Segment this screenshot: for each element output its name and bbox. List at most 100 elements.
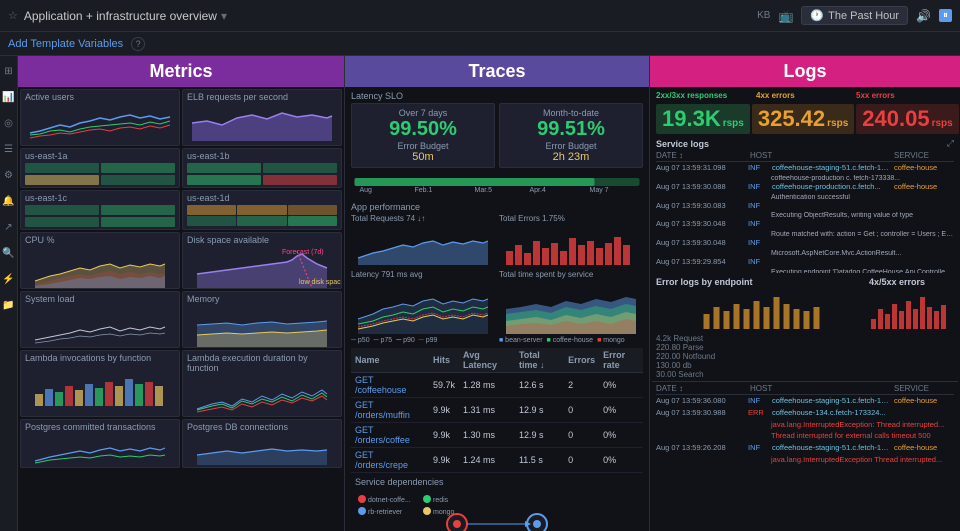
log-text: Authentication successful <box>656 194 954 201</box>
cell-hits: 9.9k <box>429 448 459 473</box>
main-content: Metrics Active users ELB requests p <box>18 56 960 531</box>
col-errors[interactable]: Errors <box>564 348 599 373</box>
sidebar-icon-list[interactable]: ☰ <box>2 142 16 156</box>
volume-icon[interactable]: 🔊 <box>916 9 931 23</box>
top-bar-left: ☆ Application + infrastructure overview … <box>8 9 227 23</box>
system-load-card: System load <box>20 291 180 348</box>
add-template-link[interactable]: Add Template Variables <box>8 38 123 50</box>
help-icon[interactable]: ? <box>131 37 145 51</box>
expand-icon[interactable]: ⤢ <box>947 138 954 149</box>
host-1a-grid <box>25 163 175 185</box>
pg-committed-title: Postgres committed transactions <box>25 422 175 432</box>
error-log-entries-section: DATE ↕ HOST SERVICE Aug 07 13:59:36.080 … <box>652 381 958 469</box>
col-avg-lat[interactable]: Avg Latency <box>459 348 515 373</box>
slo-mtd-card: Month-to-date 99.51% Error Budget 2h 23m <box>499 103 643 168</box>
num-4xx-val: 325.42rsps <box>758 108 848 130</box>
total-errors-chart: Total Errors 1.75% <box>499 214 643 268</box>
kb-label: KB <box>757 10 770 21</box>
host-1d-grid <box>187 205 337 226</box>
elb-title: ELB requests per second <box>187 92 337 102</box>
lambda-dur-card: Lambda execution duration by function <box>182 350 342 417</box>
error-logs-title: Error logs by endpoint <box>656 277 867 287</box>
err-log-host: coffeehouse-staging-51.c.fetch-173338.in… <box>772 396 892 406</box>
sidebar-icon-circle[interactable]: ◎ <box>2 116 16 130</box>
dashboard-title: Application + infrastructure overview ▾ <box>24 9 227 23</box>
err-log-level: INF <box>748 396 770 406</box>
log-text: coffeehouse-production c. fetch-173338..… <box>656 175 954 182</box>
log-host <box>772 257 892 267</box>
log-entry: Aug 07 13:59:30.048 INF <box>656 219 954 229</box>
perf-charts-row2: Latency 791 ms avg ─ p50 ─ p75 ─ p90 <box>351 270 643 344</box>
log-entry: Aug 07 13:59:30.083 INF <box>656 201 954 211</box>
total-time-chart: Total time spent by service ■ bean-serve… <box>499 270 643 344</box>
time-range-picker[interactable]: 🕐 The Past Hour <box>801 6 908 25</box>
err-log-level: ERR <box>748 408 770 418</box>
disk-title: Disk space available <box>187 235 337 245</box>
clock-icon: 🕐 <box>810 9 824 22</box>
svg-text:dotnet-coffe...: dotnet-coffe... <box>368 497 411 504</box>
service-logs-section: Service logs ⤢ DATE ↕ HOST SERVICE Aug 0… <box>652 136 958 275</box>
sidebar-icon-arrow[interactable]: ↗ <box>2 220 16 234</box>
cell-total-time: 12.9 s <box>515 398 564 423</box>
log-entry-wrapper: Aug 07 13:59:30.083 INF Executing Object… <box>656 201 954 220</box>
err-log-level: INF <box>748 443 770 453</box>
title-chevron[interactable]: ▾ <box>221 9 227 23</box>
cell-errors: 0 <box>564 423 599 448</box>
err-host-col: HOST <box>750 384 890 393</box>
col-error-rate[interactable]: Error rate <box>599 348 643 373</box>
host-tile-1b: us-east-1b <box>182 148 342 188</box>
label-2xx: 2xx/3xx responses <box>656 91 754 100</box>
log-level: INF <box>748 182 770 192</box>
active-users-title: Active users <box>25 92 175 102</box>
host-tile-1a: us-east-1a <box>20 148 180 188</box>
table-row: GET /coffeehouse 59.7k 1.28 ms 12.6 s 2 … <box>351 373 643 398</box>
service-logs-header: Service logs ⤢ <box>656 138 954 149</box>
sidebar-icon-search[interactable]: 🔍 <box>2 246 16 260</box>
cell-hits: 9.9k <box>429 398 459 423</box>
load-memory-row: System load Memory <box>20 291 342 348</box>
slo-mtd-label: Month-to-date <box>504 108 638 118</box>
sidebar-icon-chart[interactable]: 📊 <box>2 90 16 104</box>
err-log-service: coffee-house <box>894 443 954 453</box>
pg-conn-title: Postgres DB connections <box>187 422 337 432</box>
traces-body: Latency SLO Over 7 days 99.50% Error Bud… <box>345 87 649 531</box>
host-tiles-row: us-east-1a us-east-1b <box>20 148 342 188</box>
pause-icon[interactable]: ⏸ <box>939 9 952 22</box>
sidebar-icon-home[interactable]: ⊞ <box>2 64 16 78</box>
pg-conn-chart <box>187 433 337 465</box>
tv-icon[interactable]: 📺 <box>778 9 793 23</box>
sidebar-icon-gear[interactable]: ⚙ <box>2 168 16 182</box>
sidebar-icon-bell[interactable]: 🔔 <box>2 194 16 208</box>
err-service-col: SERVICE <box>894 384 954 393</box>
logs-body: 2xx/3xx responses 4xx errors 5xx errors … <box>650 87 960 531</box>
err-log-row: Aug 07 13:59:26.208 INF coffeehouse-stag… <box>656 443 954 453</box>
cell-error-rate: 0% <box>599 423 643 448</box>
col-name[interactable]: Name <box>351 348 429 373</box>
svg-text:Apr.4: Apr.4 <box>530 187 546 194</box>
log-entry-wrapper: Aug 07 13:59:30.088 INF coffeehouse-prod… <box>656 182 954 201</box>
slo-label: Latency SLO <box>351 91 643 101</box>
cell-name: GET /orders/muffin <box>351 398 429 423</box>
log-host <box>772 219 892 229</box>
err-log-host: coffeehouse-staging-51.c.fetch-173338.in… <box>772 443 892 453</box>
cell-avg-lat: 1.31 ms <box>459 398 515 423</box>
sidebar-icon-folder[interactable]: 📁 <box>2 298 16 312</box>
log-date: Aug 07 13:59:30.048 <box>656 219 746 229</box>
slo-7d-value: 99.50% <box>356 118 490 141</box>
log-service <box>894 257 954 267</box>
col-total-time[interactable]: Total time ↓ <box>515 348 564 373</box>
lambda-inv-title: Lambda invocations by function <box>25 353 175 363</box>
star-icon[interactable]: ☆ <box>8 9 18 22</box>
active-users-card: Active users <box>20 89 180 146</box>
err-log-date: Aug 07 13:59:36.080 <box>656 396 746 406</box>
err-log-date: Aug 07 13:59:30.988 <box>656 408 746 418</box>
sidebar: ⊞ 📊 ◎ ☰ ⚙ 🔔 ↗ 🔍 ⚡ 📁 <box>0 56 18 531</box>
svg-text:low disk space: low disk space <box>299 279 342 286</box>
log-service <box>894 238 954 248</box>
metrics-header: Metrics <box>18 56 344 87</box>
col-hits[interactable]: Hits <box>429 348 459 373</box>
sidebar-icon-bolt[interactable]: ⚡ <box>2 272 16 286</box>
slo-mtd-value: 99.51% <box>504 118 638 141</box>
log-level: INF <box>748 201 770 211</box>
log-entry-wrapper: Aug 07 13:59:30.048 INF Microsoft.AspNet… <box>656 238 954 257</box>
